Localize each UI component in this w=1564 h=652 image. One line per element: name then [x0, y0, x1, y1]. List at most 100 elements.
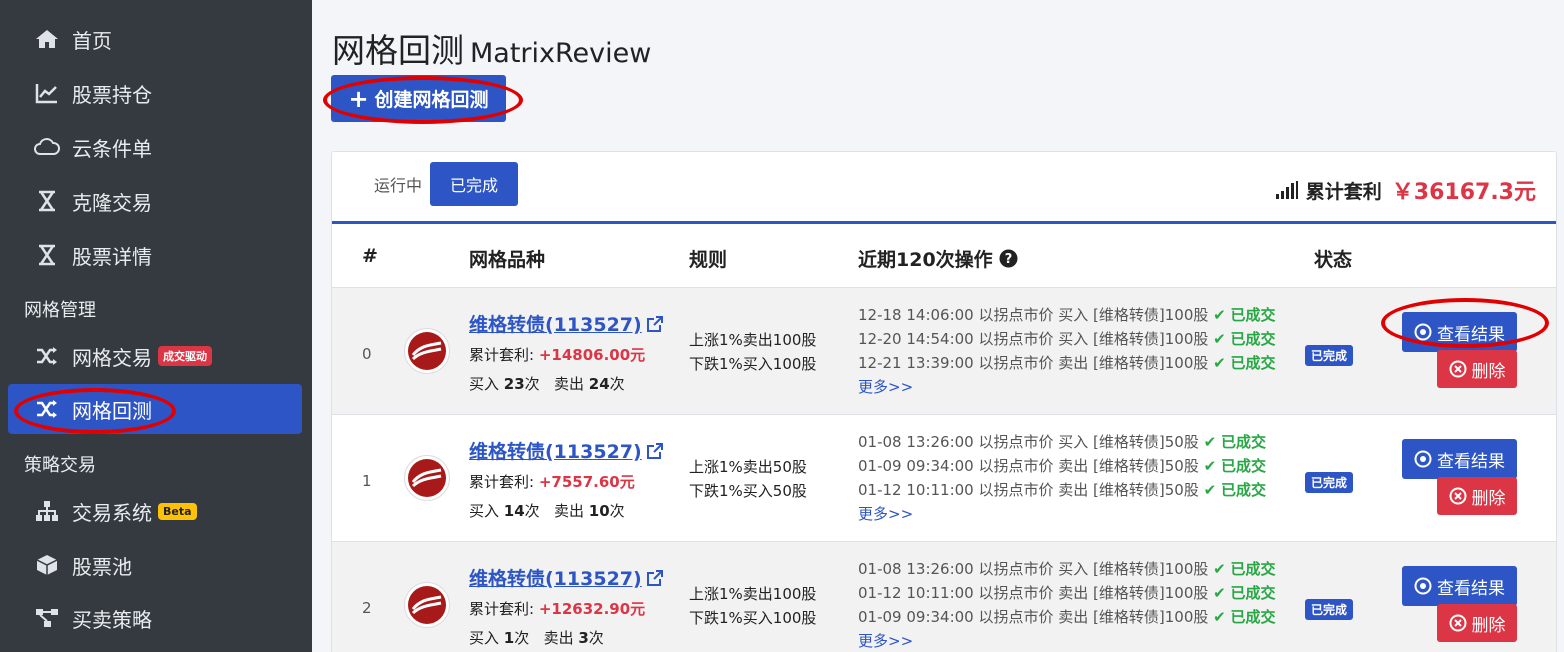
sidebar-item-buy-sell-strategy[interactable]: 买卖策略: [8, 593, 302, 643]
cloud-icon: [34, 134, 60, 160]
create-backtest-label: 创建网格回测: [374, 89, 489, 111]
view-result-button[interactable]: 查看结果: [1402, 566, 1517, 606]
variety-name: 维格转债(113527): [469, 314, 642, 336]
bond-logo: [404, 582, 450, 628]
more-link[interactable]: 更多>>: [858, 502, 1266, 526]
create-backtest-button[interactable]: + 创建网格回测: [331, 75, 506, 122]
tab-done[interactable]: 已完成: [430, 162, 518, 206]
operation-text: 12-21 13:39:00 以拐点市价 卖出 [维格转债]100股: [858, 354, 1209, 372]
sidebar-item-grid-backtest[interactable]: 网格回测: [8, 384, 302, 434]
target-icon: [1414, 577, 1432, 595]
view-result-label: 查看结果: [1437, 451, 1505, 472]
total-profit-value: ￥36167.3元: [1391, 180, 1536, 205]
status-badge: 已完成: [1305, 599, 1354, 620]
view-result-button[interactable]: 查看结果: [1402, 312, 1517, 352]
operations-list: 12-18 14:06:00 以拐点市价 买入 [维格转债]100股 ✔ 已成交…: [858, 303, 1276, 399]
buy-label: 买入: [469, 629, 500, 647]
times-unit: 次: [588, 629, 604, 647]
col-status: 状态: [1314, 249, 1353, 271]
flow-icon: [34, 605, 60, 631]
feature-badge: 成交驱动: [158, 346, 212, 366]
check-icon: ✔: [1213, 354, 1226, 372]
section-grid-management: 网格管理: [24, 300, 96, 321]
operation-text: 01-08 13:26:00 以拐点市价 买入 [维格转债]100股: [858, 560, 1209, 578]
operations-list: 01-08 13:26:00 以拐点市价 买入 [维格转债]50股 ✔ 已成交 …: [858, 430, 1266, 526]
sidebar-item-home[interactable]: 首页: [8, 14, 302, 64]
cube-icon: [34, 552, 60, 578]
col-operations: 近期120次操作 ?: [858, 245, 1018, 272]
beta-badge: Beta: [158, 502, 197, 520]
sitemap-icon: [34, 498, 60, 524]
sidebar-item-clone-trade[interactable]: 克隆交易: [8, 176, 302, 226]
operation-item: 01-09 09:34:00 以拐点市价 卖出 [维格转债]100股 ✔ 已成交: [858, 605, 1276, 629]
help-icon[interactable]: ?: [999, 249, 1018, 268]
delete-button[interactable]: 删除: [1437, 604, 1517, 642]
status-badge: 已完成: [1305, 345, 1354, 366]
cum-value: +14806.00元: [538, 346, 646, 364]
signal-icon: [1275, 181, 1298, 199]
rule-down: 下跌1%买入50股: [689, 482, 807, 500]
operation-status: 已成交: [1220, 457, 1266, 475]
view-result-label: 查看结果: [1437, 324, 1505, 345]
more-link[interactable]: 更多>>: [858, 375, 1276, 399]
operation-item: 01-08 13:26:00 以拐点市价 买入 [维格转债]50股 ✔ 已成交: [858, 430, 1266, 454]
table-header: # 网格品种 规则 近期120次操作 ? 状态: [332, 227, 1556, 287]
bond-logo: [404, 328, 450, 374]
more-link[interactable]: 更多>>: [858, 629, 1276, 652]
check-icon: ✔: [1203, 433, 1217, 451]
variety-link[interactable]: 维格转债(113527): [469, 564, 664, 591]
table-row: 1 维格转债(113527) 累计套利: +7557.60元 买入 14次 卖出…: [332, 414, 1556, 541]
sell-count: 10: [588, 502, 610, 520]
operation-status: 已成交: [1220, 433, 1266, 451]
buy-count: 14: [503, 502, 525, 520]
external-link-icon: [646, 315, 664, 333]
operation-text: 12-20 14:54:00 以拐点市价 买入 [维格转债]100股: [858, 330, 1209, 348]
times-unit: 次: [609, 375, 625, 393]
operation-text: 01-12 10:11:00 以拐点市价 卖出 [维格转债]100股: [858, 584, 1209, 602]
target-icon: [1414, 450, 1432, 468]
shuffle-icon: [34, 396, 60, 422]
operation-text: 01-08 13:26:00 以拐点市价 买入 [维格转债]50股: [858, 433, 1199, 451]
operation-text: 01-09 09:34:00 以拐点市价 卖出 [维格转债]100股: [858, 608, 1209, 626]
operation-item: 12-20 14:54:00 以拐点市价 买入 [维格转债]100股 ✔ 已成交: [858, 327, 1276, 351]
check-icon: ✔: [1213, 330, 1226, 348]
table-row: 2 维格转债(113527) 累计套利: +12632.90元 买入 1次 卖出…: [332, 541, 1556, 652]
sidebar-item-holdings[interactable]: 股票持仓: [8, 68, 302, 118]
buy-count: 1: [503, 629, 515, 647]
total-profit-label: 累计套利: [1305, 180, 1382, 203]
operation-item: 01-08 13:26:00 以拐点市价 买入 [维格转债]100股 ✔ 已成交: [858, 557, 1276, 581]
check-icon: ✔: [1213, 306, 1226, 324]
sidebar-item-label: 首页: [72, 28, 112, 53]
view-result-button[interactable]: 查看结果: [1402, 439, 1517, 479]
operation-status: 已成交: [1220, 481, 1266, 499]
buy-label: 买入: [469, 502, 500, 520]
sidebar-item-cloud-orders[interactable]: 云条件单: [8, 122, 302, 172]
times-circle-icon: [1449, 487, 1467, 505]
row-index: 1: [362, 472, 372, 490]
section-strategy-trade: 策略交易: [24, 455, 96, 476]
sidebar-item-label: 买卖策略: [72, 607, 152, 632]
chart-line-icon: [34, 80, 60, 106]
trade-counts: 买入 23次 卖出 24次: [469, 373, 625, 394]
times-unit: 次: [609, 502, 625, 520]
operation-status: 已成交: [1230, 584, 1276, 602]
check-icon: ✔: [1203, 457, 1217, 475]
external-link-icon: [646, 569, 664, 587]
sidebar-item-stock-pool[interactable]: 股票池: [8, 540, 302, 590]
page-subtitle: MatrixReview: [470, 38, 652, 69]
check-icon: ✔: [1213, 608, 1226, 626]
operation-text: 01-09 09:34:00 以拐点市价 卖出 [维格转债]50股: [858, 457, 1199, 475]
buy-label: 买入: [469, 375, 500, 393]
variety-link[interactable]: 维格转债(113527): [469, 310, 664, 337]
row-index: 0: [362, 345, 372, 363]
sidebar-item-grid-trade[interactable]: 网格交易 成交驱动: [8, 331, 302, 381]
view-result-label: 查看结果: [1437, 578, 1505, 599]
operation-item: 12-18 14:06:00 以拐点市价 买入 [维格转债]100股 ✔ 已成交: [858, 303, 1276, 327]
delete-button[interactable]: 删除: [1437, 350, 1517, 388]
sidebar-item-stock-detail[interactable]: 股票详情: [8, 230, 302, 280]
delete-button[interactable]: 删除: [1437, 477, 1517, 515]
rule: 上涨1%卖出50股 下跌1%买入50股: [689, 455, 807, 503]
plus-icon: +: [348, 84, 369, 113]
sidebar-item-trade-system[interactable]: 交易系统 Beta: [8, 486, 302, 536]
variety-link[interactable]: 维格转债(113527): [469, 437, 664, 464]
